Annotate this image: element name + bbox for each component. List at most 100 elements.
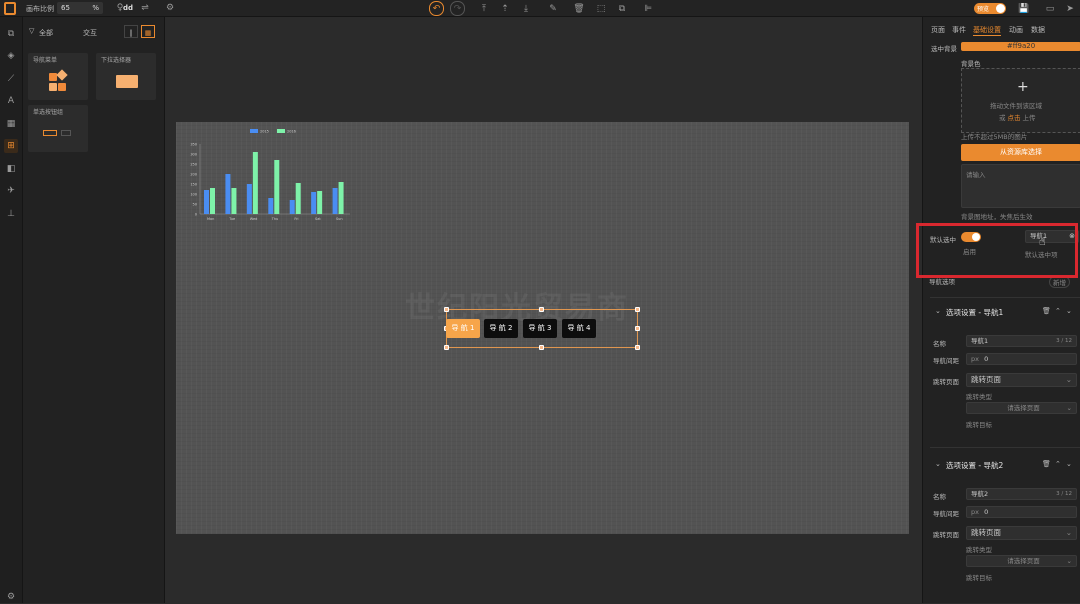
jump-page-select[interactable]: 请选择页面 ⌄ bbox=[966, 402, 1077, 414]
adjust-icon[interactable]: ⇌ bbox=[138, 1, 152, 15]
footer-settings-icon[interactable]: ⚙ bbox=[4, 590, 18, 604]
name-input[interactable]: 导航2 3 / 12 bbox=[966, 488, 1077, 500]
move-top-icon[interactable]: ⇡ bbox=[498, 2, 512, 16]
nav-item-2[interactable]: 导 航 2 bbox=[484, 319, 518, 338]
tab-data[interactable]: 数据 bbox=[1031, 25, 1045, 35]
resize-handle[interactable] bbox=[539, 345, 544, 350]
align-icon[interactable]: ⊫ bbox=[641, 2, 655, 16]
component-card-nav[interactable]: 导航菜单 bbox=[28, 53, 88, 100]
tab-interact[interactable]: 交互 bbox=[83, 28, 97, 38]
x-tick-label: Sat bbox=[315, 217, 321, 221]
toggle-knob bbox=[996, 4, 1005, 13]
chevron-down-icon[interactable]: ⌄ bbox=[935, 460, 941, 468]
y-tick-label: 100 bbox=[190, 193, 197, 197]
resize-handle[interactable] bbox=[635, 345, 640, 350]
resize-handle[interactable] bbox=[444, 307, 449, 312]
text-icon[interactable]: A bbox=[4, 94, 18, 108]
chevron-down-icon[interactable]: ⌄ bbox=[935, 307, 941, 315]
send-icon[interactable]: ➤ bbox=[1063, 2, 1077, 16]
plane-icon[interactable]: ✈ bbox=[4, 184, 18, 198]
delete-icon[interactable]: 🗑 bbox=[1042, 307, 1051, 315]
tab-animation[interactable]: 动画 bbox=[1009, 25, 1023, 35]
list-view-icon[interactable]: ‖ bbox=[124, 25, 138, 38]
chevron-down-icon[interactable]: ⌄ bbox=[1066, 460, 1072, 468]
url-placeholder: 请输入 bbox=[966, 171, 986, 179]
control-icon[interactable]: ⊞ bbox=[4, 139, 18, 153]
delete-icon[interactable]: 🗑 bbox=[1042, 460, 1051, 468]
bar bbox=[231, 188, 237, 214]
x-tick-label: Mon bbox=[207, 217, 214, 221]
zoom-unit: % bbox=[92, 4, 99, 12]
chevron-up-icon[interactable]: ⌃ bbox=[1055, 460, 1061, 468]
group-icon[interactable]: ⬚ bbox=[594, 2, 608, 16]
ungroup-icon[interactable]: ⧉ bbox=[615, 2, 629, 16]
filter-all[interactable]: 全部 bbox=[39, 28, 53, 38]
component-icon[interactable]: ⧉ bbox=[4, 27, 18, 41]
upload-action: 上传 bbox=[1022, 114, 1036, 122]
monitor-icon[interactable]: ▭ bbox=[1043, 2, 1057, 16]
bar bbox=[332, 188, 338, 214]
upload-area[interactable]: + 拖动文件到该区域 或 点击 上传 bbox=[961, 68, 1080, 133]
bar bbox=[246, 184, 252, 214]
tab-page[interactable]: 页面 bbox=[931, 25, 945, 35]
preview-toggle[interactable]: 预览 bbox=[974, 3, 1006, 14]
component-label: 下拉选择器 bbox=[101, 57, 132, 64]
plus-icon: + bbox=[1017, 79, 1029, 95]
resource-icon[interactable]: ⊥ bbox=[4, 207, 18, 221]
y-tick-label: 300 bbox=[190, 153, 197, 157]
selected-bg-color[interactable]: #ff9a20 bbox=[961, 42, 1080, 51]
chevron-down-icon[interactable]: ⌄ bbox=[1066, 307, 1072, 315]
x-tick-label: Tue bbox=[228, 217, 235, 221]
option-section-2: ⌄ 选项设置 - 导航2 🗑 ⌃ ⌄ 名称 导航2 3 / 12 导航间距 px… bbox=[930, 447, 1080, 603]
jump-label: 跳转页面 bbox=[933, 378, 959, 386]
bar-chart[interactable]: 350 300 250 200 150 100 50 0 2015 2016 Mon Tue Wed Th… bbox=[180, 126, 355, 226]
clear-icon[interactable]: ✎ bbox=[546, 2, 560, 16]
zoom-label: 画布比例 bbox=[26, 5, 54, 13]
resize-handle[interactable] bbox=[444, 345, 449, 350]
jump-page-select[interactable]: 请选择页面 ⌄ bbox=[966, 555, 1077, 567]
grid-view-icon[interactable]: ▦ bbox=[141, 25, 155, 38]
save-icon[interactable]: 💾 bbox=[1017, 2, 1031, 16]
media-icon[interactable]: ◧ bbox=[4, 162, 18, 176]
resize-handle[interactable] bbox=[635, 307, 640, 312]
bg-url-input[interactable]: 请输入 bbox=[961, 164, 1080, 208]
undo-icon[interactable]: ↶ bbox=[429, 1, 444, 16]
gap-input[interactable]: px 0 bbox=[966, 353, 1077, 365]
layers-icon[interactable]: ◈ bbox=[4, 49, 18, 63]
redo-icon[interactable]: ↷ bbox=[450, 1, 465, 16]
chevron-down-icon: ⌄ bbox=[1065, 528, 1072, 537]
gap-input[interactable]: px 0 bbox=[966, 506, 1077, 518]
x-tick-label: Sun bbox=[336, 217, 343, 221]
nav-item-3[interactable]: 导 航 3 bbox=[523, 319, 557, 338]
delete-icon[interactable]: 🗑 bbox=[572, 2, 586, 16]
nav-item-1[interactable]: 导 航 1 bbox=[446, 319, 480, 338]
move-bottom-icon[interactable]: ⤓ bbox=[519, 2, 533, 16]
chevron-up-icon[interactable]: ⌃ bbox=[1055, 307, 1061, 315]
bar bbox=[204, 190, 209, 214]
name-input[interactable]: 导航1 3 / 12 bbox=[966, 335, 1077, 347]
jump-select[interactable]: 跳转页面 ⌄ bbox=[966, 526, 1077, 540]
settings-icon[interactable]: ⚙ bbox=[163, 1, 177, 15]
x-tick-label: Wed bbox=[250, 217, 258, 221]
radio-group-icon bbox=[43, 130, 57, 136]
upload-click[interactable]: 点击 bbox=[1008, 112, 1021, 122]
tab-event[interactable]: 事件 bbox=[952, 25, 966, 35]
resize-handle[interactable] bbox=[635, 326, 640, 331]
jump-select[interactable]: 跳转页面 ⌄ bbox=[966, 373, 1077, 387]
preview-toggle-label: 预览 bbox=[977, 6, 990, 13]
legend-label: 2015 bbox=[260, 130, 269, 134]
component-card-radio[interactable]: 单选按钮组 bbox=[28, 105, 88, 152]
chart-icon[interactable]: ⟋ bbox=[4, 72, 18, 86]
resize-handle[interactable] bbox=[539, 307, 544, 312]
tab-basic[interactable]: 基础设置 bbox=[973, 25, 1001, 36]
component-card-dropdown[interactable]: 下拉选择器 bbox=[96, 53, 156, 100]
selected-bg-label: 选中背景 bbox=[931, 45, 957, 53]
library-button[interactable]: 从资源库选择 bbox=[961, 144, 1080, 161]
upload-hint: 拖动文件到该区域 bbox=[990, 102, 1042, 110]
zoom-input[interactable]: 65 % bbox=[57, 2, 103, 14]
filter-icon[interactable]: ▽ bbox=[29, 27, 34, 35]
nav-item-4[interactable]: 导 航 4 bbox=[562, 319, 596, 338]
table-icon[interactable]: ▦ bbox=[4, 117, 18, 131]
bring-front-icon[interactable]: ⤒ bbox=[477, 2, 491, 16]
bar bbox=[289, 200, 295, 214]
